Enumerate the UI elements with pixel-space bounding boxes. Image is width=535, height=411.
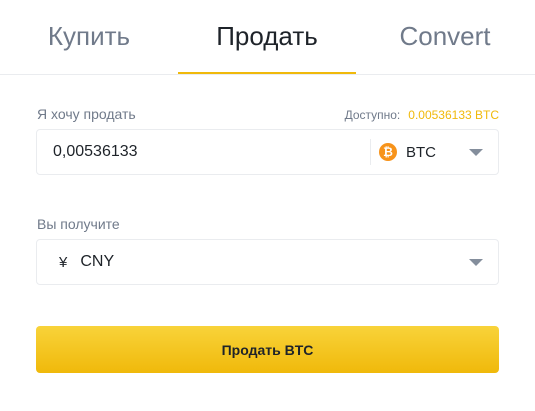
receive-label: Вы получите (37, 216, 120, 232)
tab-convert[interactable]: Convert (356, 0, 534, 73)
receive-currency-box: ¥ CNY (36, 239, 499, 285)
available-balance-label: Доступно: (344, 108, 401, 122)
sell-btc-button[interactable]: Продать BTC (36, 326, 499, 373)
bitcoin-icon: ₿ (379, 143, 397, 161)
tab-sell-label: Продать (216, 21, 318, 51)
trade-tabs: Купить Продать Convert (0, 0, 535, 75)
fiat-currency-value: CNY (80, 253, 115, 270)
available-balance: Доступно: 0.00536133 BTC (345, 108, 499, 122)
tab-sell[interactable]: Продать (178, 0, 356, 74)
chevron-down-icon (469, 258, 483, 266)
coin-select-dropdown[interactable]: ₿ BTC (371, 130, 498, 174)
sell-amount-input[interactable] (37, 130, 370, 174)
tab-buy[interactable]: Купить (0, 0, 178, 73)
yen-icon: ¥ (59, 253, 68, 271)
sell-amount-label: Я хочу продать (37, 106, 136, 122)
coin-select-value: BTC (406, 143, 436, 161)
fiat-currency-dropdown[interactable]: ¥ CNY (37, 240, 498, 284)
trade-panel: Купить Продать Convert Я хочу продать До… (0, 0, 535, 411)
sell-amount-box: ₿ BTC (36, 129, 499, 175)
active-tab-indicator (178, 72, 356, 74)
chevron-down-icon (469, 148, 483, 156)
available-balance-value[interactable]: 0.00536133 BTC (408, 108, 499, 122)
